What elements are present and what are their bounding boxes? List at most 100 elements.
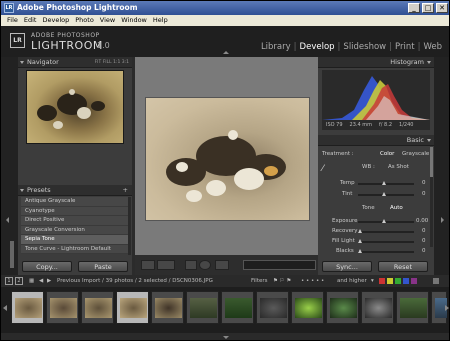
filmstrip-thumbnail-selected[interactable]	[11, 291, 44, 324]
yellow-label-filter[interactable]	[387, 278, 393, 284]
filmstrip-scroll-right-icon[interactable]	[445, 305, 449, 311]
zoom-1-1[interactable]: 1:1	[113, 60, 120, 65]
tint-slider[interactable]	[358, 194, 414, 196]
treatment-color[interactable]: Color	[380, 151, 394, 157]
menu-edit[interactable]: Edit	[21, 15, 40, 26]
recovery-slider[interactable]	[358, 231, 414, 233]
module-develop[interactable]: Develop	[299, 42, 336, 52]
filmstrip-thumbnail[interactable]	[291, 291, 324, 324]
filmstrip-thumbnail[interactable]	[396, 291, 429, 324]
filmstrip-thumbnail[interactable]	[186, 291, 219, 324]
green-label-filter[interactable]	[395, 278, 401, 284]
copy-button[interactable]: Copy...	[22, 261, 72, 272]
filmstrip-thumbnail[interactable]	[326, 291, 359, 324]
rating-dropdown-icon[interactable]: ▾	[371, 275, 374, 287]
toolbar-content-dropdown[interactable]	[243, 260, 316, 270]
red-eye-tool-icon[interactable]	[199, 260, 211, 270]
preset-item[interactable]: Direct Positive	[21, 216, 129, 226]
minimize-button[interactable]: _	[408, 3, 420, 13]
sync-button[interactable]: Sync...	[322, 261, 372, 272]
left-panel-toggle-icon[interactable]	[6, 217, 9, 223]
white-balance-picker-icon[interactable]: ⁄	[322, 164, 324, 174]
forward-arrow-icon[interactable]: ▶	[47, 275, 51, 287]
menu-help[interactable]: Help	[150, 15, 171, 26]
presets-header[interactable]: Presets +	[18, 185, 132, 196]
basic-header[interactable]: Basic	[318, 135, 434, 146]
preset-item[interactable]: Antique Grayscale	[21, 197, 129, 207]
treatment-grayscale[interactable]: Grayscale	[402, 151, 429, 157]
module-library[interactable]: Library	[260, 42, 292, 52]
right-panel-scrollbar[interactable]	[430, 147, 433, 247]
filmstrip-thumbnail[interactable]	[221, 291, 254, 324]
reset-button[interactable]: Reset	[378, 261, 428, 272]
module-slideshow[interactable]: Slideshow	[342, 42, 387, 52]
menu-file[interactable]: File	[4, 15, 21, 26]
zoom-fit[interactable]: FIT	[95, 60, 102, 65]
histogram-header[interactable]: Histogram	[318, 57, 434, 68]
preset-item[interactable]: Grayscale Conversion	[21, 225, 129, 235]
filmstrip-thumbnail[interactable]	[81, 291, 114, 324]
module-web[interactable]: Web	[422, 42, 443, 52]
fill-light-slider[interactable]	[358, 241, 414, 243]
blacks-slider[interactable]	[358, 251, 414, 253]
exposure-slider[interactable]	[358, 221, 414, 223]
filmstrip-scroll-left-icon[interactable]	[3, 305, 7, 311]
temp-slider-knob[interactable]	[382, 181, 386, 185]
paste-button[interactable]: Paste	[78, 261, 128, 272]
menu-develop[interactable]: Develop	[39, 15, 72, 26]
menu-photo[interactable]: Photo	[72, 15, 97, 26]
histogram-graph[interactable]: ISO 79 23.4 mm f/ 8.2 1/240	[322, 70, 430, 130]
filmstrip-thumbnail[interactable]	[46, 291, 79, 324]
zoom-3-1[interactable]: 3:1	[122, 60, 129, 65]
filmstrip[interactable]	[1, 287, 449, 333]
preset-item[interactable]: Cyanotype	[21, 206, 129, 216]
preset-item[interactable]: Tone Curve - Lightroom Default	[21, 244, 129, 254]
purple-label-filter[interactable]	[411, 278, 417, 284]
add-preset-icon[interactable]: +	[123, 185, 128, 196]
module-print[interactable]: Print	[394, 42, 416, 52]
filmstrip-thumbnail-selected[interactable]	[116, 291, 149, 324]
navigator-preview[interactable]	[26, 70, 124, 144]
filmstrip-thumbnail[interactable]	[361, 291, 394, 324]
filter-switch-icon[interactable]	[433, 278, 439, 284]
fill-light-slider-knob[interactable]	[358, 239, 362, 243]
zoom-fill[interactable]: FILL	[103, 60, 112, 65]
rating-filter-text[interactable]: and higher	[337, 275, 367, 287]
exposure-slider-knob[interactable]	[382, 219, 386, 223]
top-panel-toggle-icon[interactable]	[223, 51, 229, 54]
filmstrip-source-info[interactable]: Previous Import / 39 photos / 2 selected…	[57, 275, 213, 287]
tone-auto-button[interactable]: Auto	[390, 205, 403, 211]
tint-slider-knob[interactable]	[382, 192, 386, 196]
preset-item-selected[interactable]: Sepia Tone	[21, 235, 129, 245]
menu-view[interactable]: View	[97, 15, 118, 26]
image-canvas[interactable]	[135, 57, 318, 255]
navigator-header[interactable]: Navigator FIT FILL 1:1 3:1	[18, 57, 132, 68]
crop-tool-icon[interactable]	[185, 260, 197, 270]
page-1-icon[interactable]: 1	[5, 277, 13, 285]
page-2-icon[interactable]: 2	[15, 277, 23, 285]
blacks-slider-knob[interactable]	[358, 249, 362, 253]
bottom-panel-toggle-icon[interactable]	[223, 336, 229, 339]
zoom-tool-icon[interactable]	[215, 260, 229, 270]
left-panel-scrollbar[interactable]	[10, 241, 14, 268]
before-after-icon[interactable]	[157, 260, 175, 270]
grid-icon[interactable]: ▦	[29, 275, 34, 287]
maximize-button[interactable]: □	[422, 3, 434, 13]
right-panel-toggle-icon[interactable]	[441, 217, 444, 223]
red-label-filter[interactable]	[379, 278, 385, 284]
main-photo[interactable]	[145, 97, 310, 221]
loupe-view-icon[interactable]	[141, 260, 155, 270]
filmstrip-thumbnail[interactable]	[151, 291, 184, 324]
wb-value[interactable]: As Shot	[388, 164, 409, 170]
scrollbar-thumb[interactable]	[430, 147, 433, 177]
blue-label-filter[interactable]	[403, 278, 409, 284]
recovery-slider-knob[interactable]	[358, 229, 362, 233]
star-filter-icons[interactable]: • • • • •	[301, 275, 324, 287]
close-button[interactable]: ✕	[436, 3, 448, 13]
filmstrip-thumbnail[interactable]	[256, 291, 289, 324]
temp-slider[interactable]	[358, 183, 414, 185]
presets-scrollbar[interactable]	[128, 197, 131, 255]
back-arrow-icon[interactable]: ◀	[39, 275, 43, 287]
menu-window[interactable]: Window	[118, 15, 150, 26]
flag-filter-icons[interactable]: ⚑ ⚐ ⚑	[273, 275, 291, 287]
